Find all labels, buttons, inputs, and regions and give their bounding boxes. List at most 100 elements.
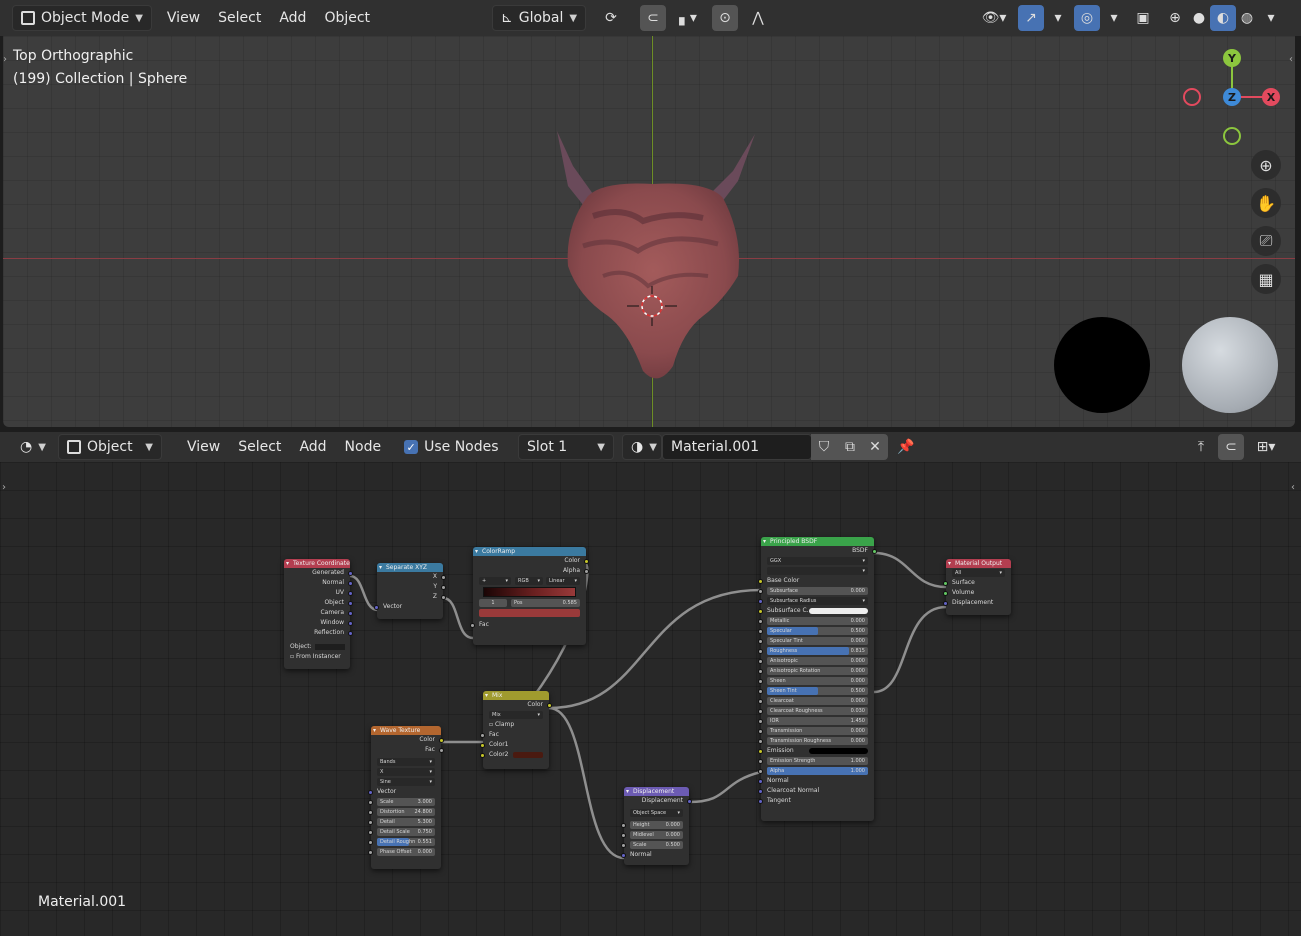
- ramp-stop-color[interactable]: [473, 608, 586, 618]
- gizmo-toggle-icon[interactable]: ↗: [1018, 5, 1044, 31]
- bsdf-alpha[interactable]: Alpha 1.000: [758, 766, 874, 776]
- material-browse-button[interactable]: ◑ ▼: [622, 434, 662, 460]
- menu-view[interactable]: View: [178, 434, 229, 460]
- camera-icon[interactable]: ⎚: [1251, 226, 1281, 256]
- bsdf-subsurface-color[interactable]: Subsurface C...: [758, 606, 874, 616]
- bsdf-metallic[interactable]: Metallic 0.000: [758, 616, 874, 626]
- bsdf-specular[interactable]: Specular 0.500: [758, 626, 874, 636]
- snap-element-icon[interactable]: ⊞▾: [1246, 434, 1286, 460]
- ramp-color-mode[interactable]: RGB ▾: [515, 577, 543, 585]
- bsdf-ior[interactable]: IOR 1.450: [758, 716, 874, 726]
- bsdf-subsurface[interactable]: Subsurface 0.000: [758, 586, 874, 596]
- socket-z[interactable]: Z: [377, 592, 446, 602]
- bsdf-sheen-tint[interactable]: Sheen Tint 0.500: [758, 686, 874, 696]
- socket-window[interactable]: Window: [284, 618, 353, 628]
- node-mix[interactable]: Mix Color Mix▾ ▫ Clamp Fac Color1 Color2: [480, 691, 552, 769]
- bsdf-roughness[interactable]: Roughness 0.815: [758, 646, 874, 656]
- gizmo-neg-y-axis[interactable]: [1223, 127, 1241, 145]
- editor-type-selector[interactable]: ◔ ▼: [12, 434, 50, 460]
- visibility-icon[interactable]: 👁▾: [975, 5, 1013, 31]
- wave-type[interactable]: Bands ▾: [371, 757, 441, 767]
- socket-normal[interactable]: Normal: [284, 578, 353, 588]
- clamp-checkbox[interactable]: ▫ Clamp: [483, 720, 549, 730]
- snap-icon[interactable]: ⊂: [1218, 434, 1244, 460]
- ramp-controls[interactable]: + ▾ RGB ▾ Linear ▾: [473, 576, 586, 586]
- slot-selector[interactable]: Slot 1 ▼: [518, 434, 614, 460]
- socket-alpha-out[interactable]: Alpha: [473, 566, 589, 576]
- chevron-down-icon[interactable]: ▾: [1101, 5, 1127, 31]
- menu-select[interactable]: Select: [229, 434, 290, 460]
- wave-scale[interactable]: Scale 3.000: [368, 797, 441, 807]
- displacement-scale[interactable]: Scale 0.500: [621, 840, 689, 850]
- socket-color1-in[interactable]: Color1: [480, 740, 549, 750]
- socket-x[interactable]: X: [377, 572, 446, 582]
- xray-icon[interactable]: ▣: [1130, 5, 1156, 31]
- zoom-icon[interactable]: ⊕: [1251, 150, 1281, 180]
- ramp-stop-index[interactable]: 1: [479, 599, 507, 607]
- bsdf-emission-strength[interactable]: Emission Strength 1.000: [758, 756, 874, 766]
- grid-icon[interactable]: ▦: [1251, 264, 1281, 294]
- snap-target-icon[interactable]: ▖▾: [668, 5, 708, 31]
- mix-blend-mode[interactable]: Mix ▾: [483, 710, 549, 720]
- fake-user-shield-icon[interactable]: ⛉: [811, 434, 837, 460]
- chevron-down-icon[interactable]: ▾: [1045, 5, 1071, 31]
- node-material-output[interactable]: Material Output All▾ Surface Volume Disp…: [943, 559, 1011, 615]
- navigation-gizmo[interactable]: Y X Z: [1179, 46, 1289, 151]
- object-field[interactable]: Object:: [284, 642, 350, 652]
- transform-orientation[interactable]: ⊾ Global ▼: [492, 5, 587, 31]
- ramp-interpolation[interactable]: Linear ▾: [546, 577, 580, 585]
- mesh-object[interactable]: [543, 126, 763, 391]
- socket-clearcoat-normal-in[interactable]: Clearcoat Normal: [758, 786, 874, 796]
- wave-detail-scale[interactable]: Detail Scale 0.750: [368, 827, 441, 837]
- from-instancer-checkbox[interactable]: ▫ From Instancer: [284, 652, 350, 662]
- gizmo-neg-x-axis[interactable]: [1183, 88, 1201, 106]
- bsdf-emission[interactable]: Emission: [758, 746, 874, 756]
- material-name-field[interactable]: Material.001: [662, 434, 812, 460]
- socket-uv[interactable]: UV: [284, 588, 353, 598]
- wave-phase-offset[interactable]: Phase Offset 0.000: [368, 847, 441, 857]
- bsdf-distribution[interactable]: GGX ▾: [761, 556, 874, 566]
- socket-fac-out[interactable]: Fac: [371, 745, 444, 755]
- chevron-down-icon[interactable]: ▾: [1258, 5, 1284, 31]
- bsdf-clearcoat[interactable]: Clearcoat 0.000: [758, 696, 874, 706]
- node-color-ramp[interactable]: ColorRamp Color Alpha +▾ RGB▾ Linear▾ 1 …: [470, 547, 589, 645]
- 3d-viewport[interactable]: Top Orthographic (199) Collection | Sphe…: [3, 36, 1295, 427]
- wave-detail-roughness[interactable]: Detail Roughn 0.551: [368, 837, 441, 847]
- 3d-cursor-icon[interactable]: [627, 286, 677, 326]
- wave-distortion[interactable]: Distortion 24.800: [368, 807, 441, 817]
- ramp-add-remove[interactable]: + ▾: [479, 577, 511, 585]
- bsdf-anisotropic[interactable]: Anisotropic 0.000: [758, 656, 874, 666]
- ramp-gradient[interactable]: [473, 586, 586, 598]
- socket-fac-in[interactable]: Fac: [470, 620, 586, 630]
- unlink-close-icon[interactable]: ✕: [862, 434, 888, 460]
- menu-select[interactable]: Select: [209, 5, 270, 31]
- socket-color-out[interactable]: Color: [473, 556, 589, 566]
- socket-surface-in[interactable]: Surface: [943, 578, 1011, 588]
- socket-normal-in[interactable]: Normal: [621, 850, 689, 860]
- pivot-icon[interactable]: ⟳: [598, 5, 624, 31]
- solid-shading-icon[interactable]: ●: [1186, 5, 1212, 31]
- socket-object[interactable]: Object: [284, 598, 353, 608]
- bsdf-transmission-roughness[interactable]: Transmission Roughness 0.000: [758, 736, 874, 746]
- node-texture-coordinate[interactable]: Texture Coordinate Generated Normal UV O…: [284, 559, 353, 669]
- displacement-height[interactable]: Height 0.000: [621, 820, 689, 830]
- ramp-stop-fields[interactable]: 1 Pos 0.585: [473, 598, 586, 608]
- sidebar-toggle-icon[interactable]: ‹: [1289, 54, 1293, 65]
- parent-node-tree-icon[interactable]: ⤒: [1188, 434, 1214, 460]
- bsdf-specular-tint[interactable]: Specular Tint 0.000: [758, 636, 874, 646]
- menu-add[interactable]: Add: [290, 434, 335, 460]
- wave-profile[interactable]: Sine ▾: [371, 777, 441, 787]
- bsdf-anisotropic-rotation[interactable]: Anisotropic Rotation 0.000: [758, 666, 874, 676]
- socket-camera[interactable]: Camera: [284, 608, 353, 618]
- node-editor-canvas[interactable]: › ‹ Texture Coordinate Generated Normal …: [0, 462, 1301, 936]
- snap-icon[interactable]: ⊂: [640, 5, 666, 31]
- proportional-edit-icon[interactable]: ⊙: [712, 5, 738, 31]
- material-shading-icon[interactable]: ◐: [1210, 5, 1236, 31]
- wireframe-shading-icon[interactable]: ⊕: [1162, 5, 1188, 31]
- socket-color-out[interactable]: Color: [483, 700, 552, 710]
- socket-tangent-in[interactable]: Tangent: [758, 796, 874, 806]
- shader-type-selector[interactable]: Object ▼: [58, 434, 162, 460]
- pan-hand-icon[interactable]: ✋: [1251, 188, 1281, 218]
- wave-axis[interactable]: X ▾: [371, 767, 441, 777]
- socket-displacement-in[interactable]: Displacement: [943, 598, 1011, 608]
